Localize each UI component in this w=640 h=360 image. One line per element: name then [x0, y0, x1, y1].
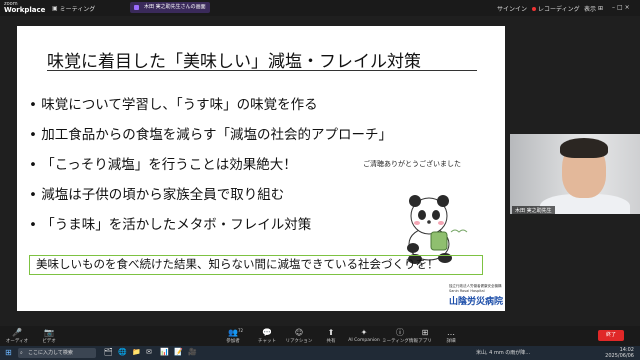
title-underline	[47, 70, 477, 71]
bullet-item: • 「こっそり減塩」を行うことは効果絶大！	[29, 157, 297, 173]
signin-button[interactable]: サインイン	[497, 4, 527, 13]
zoom-top-bar: zoom Workplace ▣ ミーティング 木田 実之助先生さんの画面 サイ…	[0, 0, 640, 16]
share-arrow-icon: ⬆	[327, 328, 335, 337]
brand-line2: Workplace	[4, 6, 46, 14]
recording-icon	[532, 6, 536, 11]
taskbar-app-icon[interactable]: 🗂	[104, 348, 113, 356]
view-button[interactable]: 表示 ⊞	[584, 4, 603, 13]
reactions-button[interactable]: ☺ リアクション	[284, 328, 314, 344]
taskbar-app-icon[interactable]: 🎥	[188, 348, 197, 356]
reactions-label: リアクション	[285, 339, 313, 344]
audio-label: オーディオ	[5, 339, 29, 344]
more-button[interactable]: … 詳細	[436, 328, 466, 344]
panda-illustration	[407, 195, 468, 264]
share-button[interactable]: ⬆ 共有	[316, 328, 346, 344]
video-label: ビデオ	[42, 339, 56, 344]
participants-button[interactable]: 👥 参加者	[218, 328, 248, 344]
windows-start-icon[interactable]: ⊞	[5, 348, 12, 357]
window-controls[interactable]: – □ ×	[612, 4, 630, 11]
chat-icon: 💬	[262, 328, 272, 337]
speaker-hair	[560, 138, 608, 158]
chat-button[interactable]: 💬 チャット	[252, 328, 282, 344]
video-button[interactable]: 📷 ビデオ	[34, 328, 64, 344]
participants-label: 参加者	[226, 339, 240, 344]
weather-news-widget[interactable]: 米山, 4 mm の雨が降…	[476, 348, 530, 358]
meeting-toolbar: 🎤 オーディオ 📷 ビデオ 👥 参加者 72 💬 チャット ☺ リアクション ⬆…	[0, 326, 640, 346]
share-indicator-icon	[134, 5, 139, 10]
search-placeholder: ここに入力して検索	[28, 350, 73, 356]
bullet-item: • 加工食品からの食塩を減らす「減塩の社会的アプローチ」	[29, 127, 392, 143]
share-chip-label: 木田 実之助先生さんの画面	[144, 4, 206, 10]
bullet-item: • 「うま味」を活かしたメタボ・フレイル対策	[29, 217, 312, 233]
participants-count: 72	[238, 328, 244, 333]
taskbar-app-icon[interactable]: 🌐	[118, 348, 127, 356]
signin-label: サインイン	[497, 6, 528, 13]
view-label: 表示	[584, 6, 597, 13]
hospital-logo-text: 山陰労災病院	[449, 297, 504, 307]
participants-icon: 👥	[228, 328, 238, 337]
shared-slide: 味覚に着目した「美味しい」減塩・フレイル対策 • 味覚について学習し、「うす味」…	[17, 26, 505, 311]
close-icon[interactable]: ×	[625, 4, 630, 11]
sparkle-icon: ✦	[360, 328, 368, 337]
taskbar-app-icon[interactable]: 📝	[174, 348, 183, 356]
share-label: 共有	[326, 339, 336, 344]
system-clock[interactable]: 14:02 2025/06/06	[605, 347, 634, 359]
speaker-name-tag: 木田 実之助先生	[512, 206, 555, 214]
slide-title: 味覚に着目した「美味しい」減塩・フレイル対策	[47, 52, 421, 72]
clock-date: 2025/06/06	[605, 353, 634, 359]
search-icon: ⌕	[20, 350, 23, 356]
recording-label: レコーディング	[538, 6, 580, 13]
footer-message-box: 美味しいものを食べ続けた結果、知らない間に減塩できている社会づくりを！	[29, 255, 483, 275]
video-camera-icon: ▣	[52, 5, 58, 12]
bullet-list: • 味覚について学習し、「うす味」の味覚を作る • 加工食品からの食塩を減らす「…	[29, 96, 392, 246]
more-label: 詳細	[446, 339, 456, 344]
zoom-brand: zoom Workplace	[4, 1, 46, 14]
taskbar-app-icon[interactable]: ✉	[146, 348, 152, 356]
ai-companion-button[interactable]: ✦ AI Companion	[344, 328, 384, 343]
taskbar-search-input[interactable]: ⌕ ここに入力して検索	[18, 348, 96, 358]
more-icon: …	[447, 328, 455, 337]
maximize-icon[interactable]: □	[617, 4, 623, 11]
bullet-item: • 味覚について学習し、「うす味」の味覚を作る	[29, 97, 318, 113]
chat-label: チャット	[258, 339, 276, 344]
microphone-icon: 🎤	[12, 328, 22, 337]
minimize-icon[interactable]: –	[612, 4, 615, 11]
camera-icon: 📷	[44, 328, 54, 337]
windows-taskbar: ⊞ ⌕ ここに入力して検索 🗂 🌐 📁 ✉ 📊 📝 🎥 米山, 4 mm の雨が…	[0, 346, 640, 360]
speaker-video-tile[interactable]: 木田 実之助先生	[510, 134, 640, 214]
smiley-icon: ☺	[294, 328, 304, 337]
taskbar-app-icon[interactable]: 📊	[160, 348, 169, 356]
bullet-item: • 減塩は子供の頃から家族全員で取り組む	[29, 187, 285, 203]
ai-companion-label: AI Companion	[348, 338, 380, 343]
meeting-tab[interactable]: ▣ ミーティング	[52, 4, 95, 13]
screen-share-chip[interactable]: 木田 実之助先生さんの画面	[130, 2, 210, 13]
meeting-label: ミーティング	[59, 6, 96, 13]
taskbar-app-icon[interactable]: 📁	[132, 348, 141, 356]
hospital-subtitle: 独立行政法人労働者健康安全機構 Sanin Rosai Hospital	[449, 284, 502, 293]
end-meeting-button[interactable]: 終了	[598, 330, 624, 341]
grid-icon: ⊞	[598, 5, 604, 12]
thanks-text: ご清聴ありがとうございました	[363, 160, 461, 168]
recording-indicator[interactable]: レコーディング	[532, 4, 580, 13]
audio-button[interactable]: 🎤 オーディオ	[2, 328, 32, 344]
apps-label: アプリ	[418, 339, 432, 344]
